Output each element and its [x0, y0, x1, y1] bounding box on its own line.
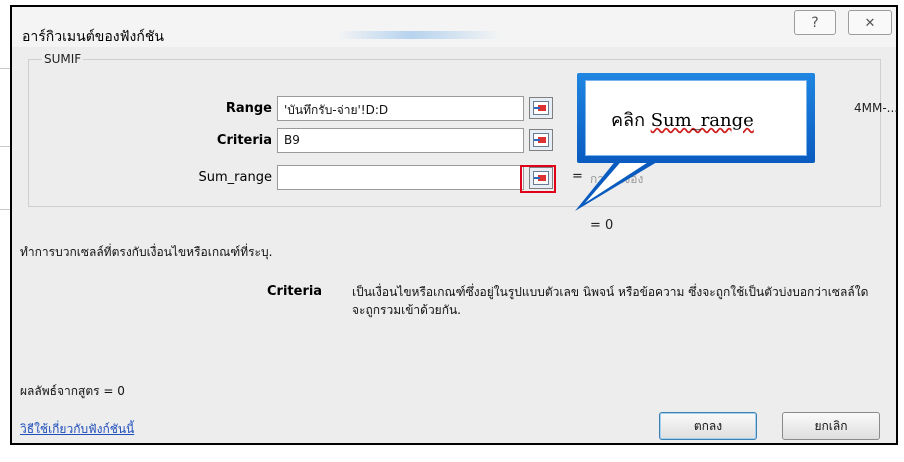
argument-help-text: เป็นเงื่อนไขหรือเกณฑ์ซึ่งอยู่ในรูปแบบตัว…: [352, 285, 869, 317]
close-icon: ✕: [864, 16, 876, 31]
argument-help-name: Criteria: [267, 284, 323, 299]
sum-range-input[interactable]: [277, 165, 524, 190]
sum-range-button-highlight: [520, 165, 556, 193]
help-button[interactable]: ?: [794, 10, 836, 35]
criteria-label: Criteria: [216, 133, 272, 148]
cancel-button[interactable]: ยกเลิก: [782, 412, 880, 440]
instruction-callout: คลิก Sum_range: [577, 73, 815, 163]
criteria-input[interactable]: B9: [277, 128, 524, 153]
range-preview-value: 4MM-...: [854, 101, 899, 115]
range-collapse-button[interactable]: [529, 97, 553, 119]
function-name-label: SUMIF: [42, 52, 84, 66]
formula-value: = 0: [590, 218, 614, 233]
callout-text: คลิก Sum_range: [611, 110, 754, 131]
help-icon: ?: [811, 15, 819, 31]
sum-range-label: Sum_range: [198, 170, 272, 185]
dialog-titlebar: อาร์กิวเมนต์ของฟังก์ชัน ? ✕: [12, 7, 896, 47]
function-description: ทำการบวกเซลล์ที่ตรงกับเงื่อนไขหรือเกณฑ์ท…: [20, 245, 273, 259]
close-button[interactable]: ✕: [848, 10, 892, 35]
sum-range-equals: =: [572, 169, 583, 184]
ok-button[interactable]: ตกลง: [659, 412, 757, 440]
range-label: Range: [225, 101, 272, 116]
sum-range-preview: การอ้างอิง: [590, 172, 644, 186]
dialog-title: อาร์กิวเมนต์ของฟังก์ชัน: [22, 29, 164, 45]
range-input[interactable]: 'บันทึกรับ-จ่าย'!D:D: [277, 96, 524, 121]
formula-result: ผลลัพธ์จากสูตร = 0: [20, 384, 125, 398]
criteria-collapse-button[interactable]: [529, 129, 553, 151]
function-help-link[interactable]: วิธีใช้เกี่ยวกับฟังก์ชันนี้: [20, 420, 134, 439]
function-arguments-dialog: อาร์กิวเมนต์ของฟังก์ชัน ? ✕ SUMIF Range …: [10, 5, 898, 445]
titlebar-blur-decoration: [337, 31, 502, 39]
